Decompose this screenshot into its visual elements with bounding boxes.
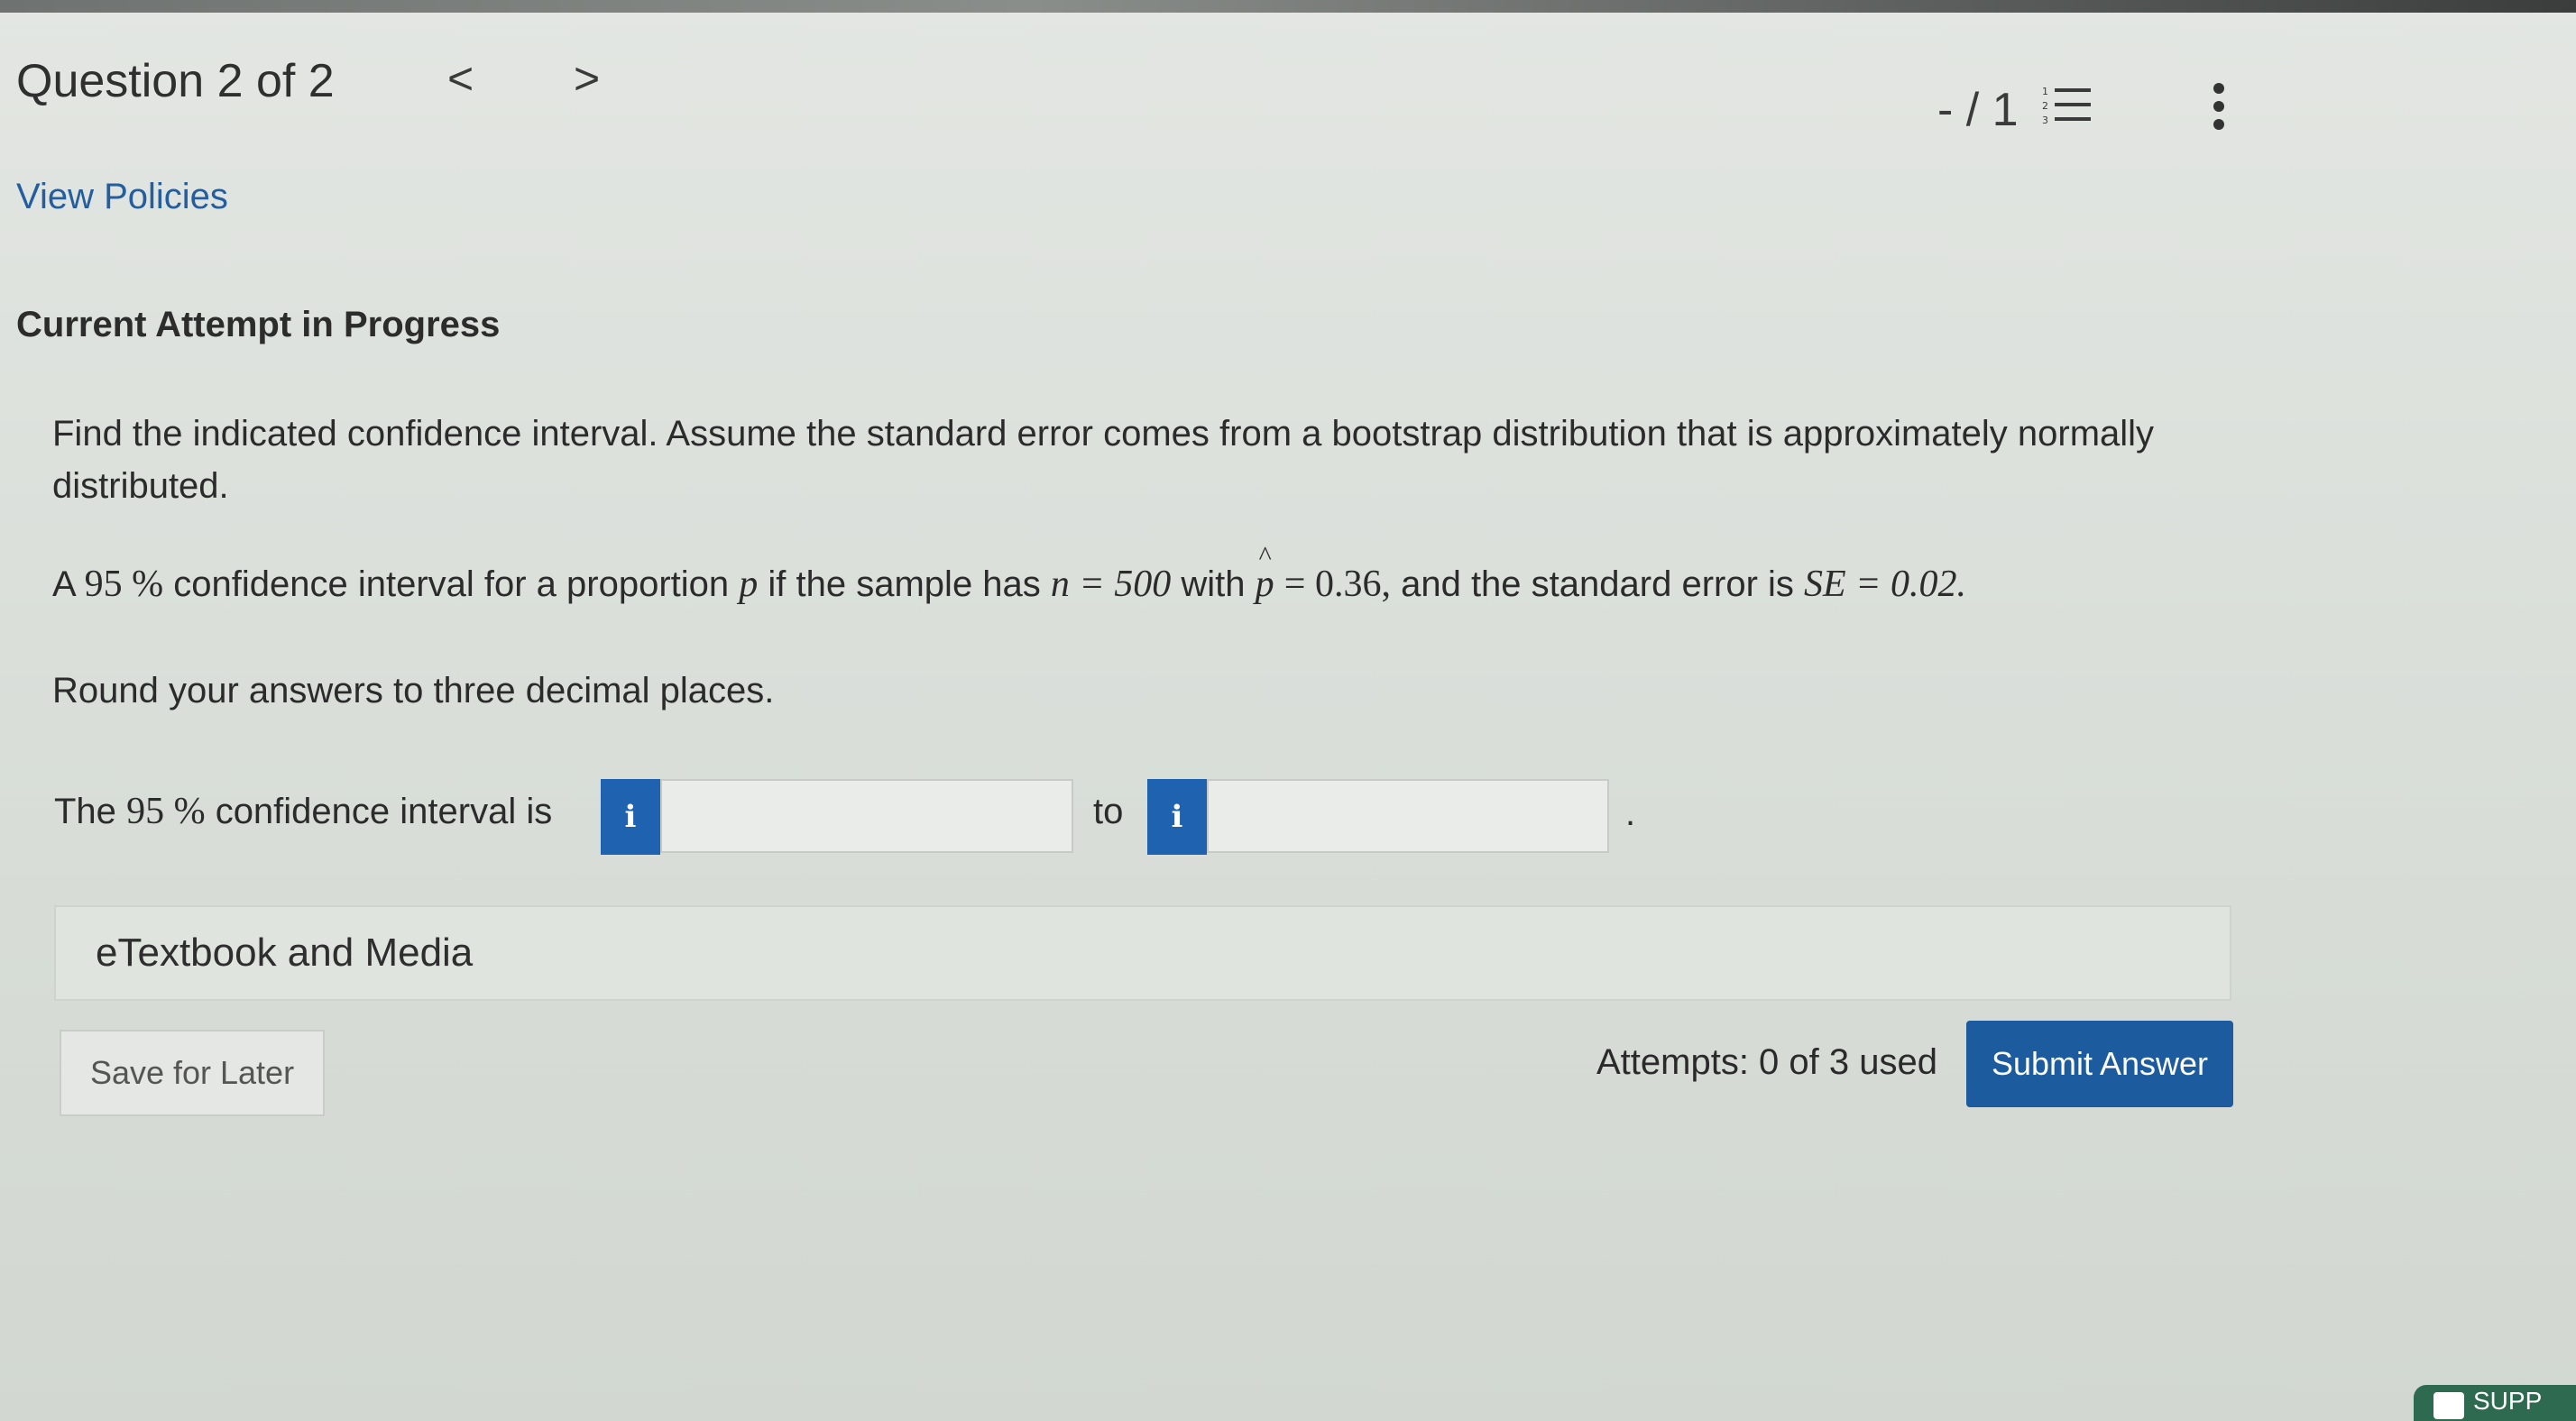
confidence-level: 95 % [84,564,164,605]
previous-question-button[interactable]: < [447,56,474,101]
interval-confidence-level: 95 % [126,791,206,832]
svg-text:2: 2 [2042,100,2048,112]
question-statement: A 95 % confidence interval for a proport… [52,541,1967,605]
sample-size-expression: n = 500 [1050,564,1172,605]
vertical-ellipsis-icon[interactable] [2208,81,2230,132]
save-for-later-button[interactable]: Save for Later [60,1030,325,1116]
interval-to-label: to [1093,792,1124,831]
statement-text-a: confidence interval for a proportion [173,564,730,604]
rounding-instruction: Round your answers to three decimal plac… [52,671,775,710]
question-intro: Find the indicated confidence interval. … [52,414,2155,506]
attempt-status-heading: Current Attempt in Progress [16,305,501,344]
svg-text:3: 3 [2042,115,2048,126]
interval-period: . [1625,793,1636,833]
question-title: Question 2 of 2 [16,55,335,107]
etextbook-media-label: eTextbook and Media [96,931,474,975]
submit-answer-button[interactable]: Submit Answer [1966,1021,2233,1107]
support-icon [2433,1392,2464,1419]
standard-error-expression: SE = 0.02. [1804,564,1967,605]
p-hat-value: = 0.36, [1283,564,1391,605]
interval-label-suffix: confidence interval is [215,792,553,831]
question-score: - / 1 [1937,84,2019,136]
interval-label: The 95 % confidence interval is [54,790,552,833]
window-top-bezel [0,0,2576,13]
support-tab-label: SUPP [2473,1387,2543,1415]
svg-text:1: 1 [2042,86,2048,97]
attempts-counter: Attempts: 0 of 3 used [1596,1042,1937,1082]
info-icon[interactable]: i [601,779,660,855]
statement-with: with [1181,564,1246,604]
info-icon[interactable]: i [1147,779,1207,855]
upper-bound-input[interactable] [1207,779,1609,853]
statement-text-c: and the standard error is [1401,564,1794,604]
lower-bound-input[interactable] [660,779,1073,853]
next-question-button[interactable]: > [574,56,600,101]
interval-label-prefix: The [54,792,116,831]
proportion-symbol: p [739,564,759,605]
view-policies-link[interactable]: View Policies [16,177,228,217]
statement-text-b: if the sample has [768,564,1041,604]
numbered-list-icon[interactable]: 1 2 3 [2042,85,2096,126]
etextbook-media-section[interactable]: eTextbook and Media [54,905,2231,1001]
support-tab[interactable]: SUPP [2414,1385,2576,1421]
statement-prefix: A [52,564,75,604]
